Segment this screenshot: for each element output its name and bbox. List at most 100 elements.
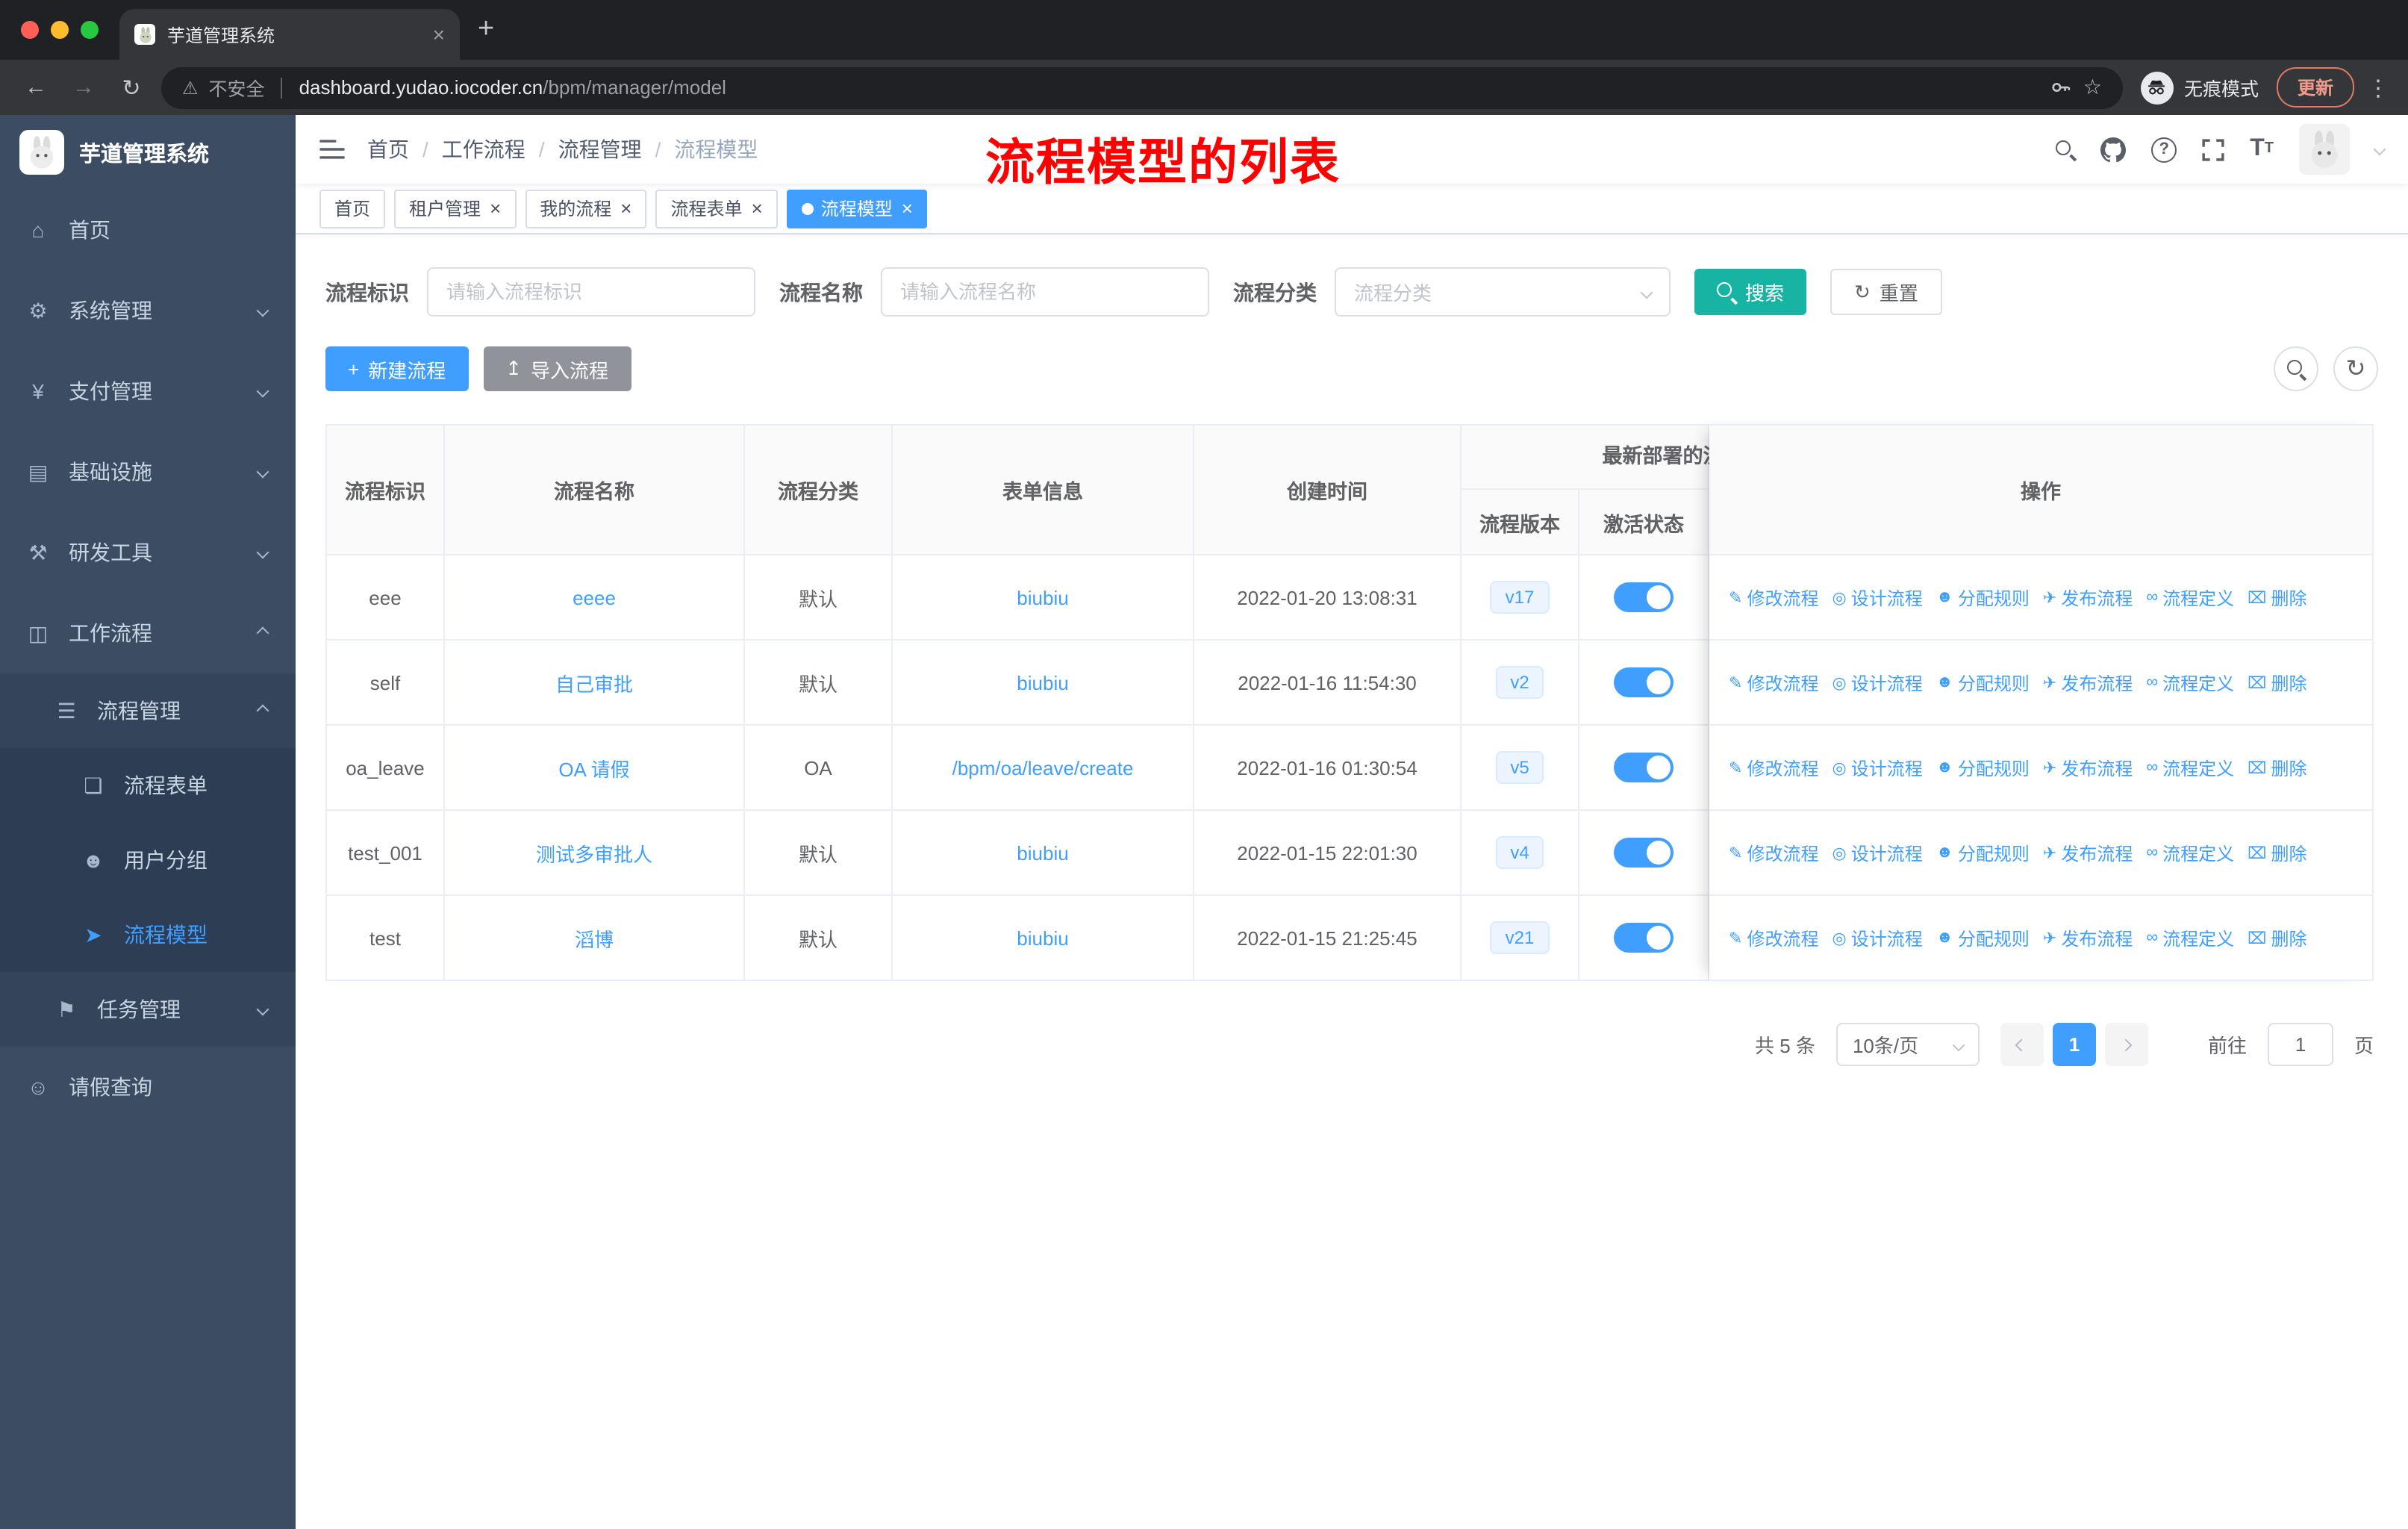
tab-my-process[interactable]: 我的流程 × <box>525 189 647 228</box>
tab-home[interactable]: 首页 <box>319 189 386 228</box>
action-design-link[interactable]: ◎ 设计流程 <box>1832 585 1922 610</box>
new-tab-button[interactable]: + <box>478 13 494 46</box>
search-icon[interactable] <box>2056 140 2075 159</box>
action-modify-link[interactable]: ✎ 修改流程 <box>1729 925 1818 950</box>
action-modify-link[interactable]: ✎ 修改流程 <box>1729 755 1818 780</box>
app-logo[interactable]: 芋道管理系统 <box>0 115 296 190</box>
fullscreen-icon[interactable] <box>2202 138 2224 161</box>
action-delete-link[interactable]: ⌧ 删除 <box>2248 925 2306 950</box>
process-name-link[interactable]: 测试多审批人 <box>536 838 652 867</box>
import-process-button[interactable]: ↥ 导入流程 <box>483 346 631 391</box>
tab-process-model[interactable]: 流程模型 × <box>786 189 928 228</box>
tab-process-form[interactable]: 流程表单 × <box>655 189 778 228</box>
action-delete-link[interactable]: ⌧ 删除 <box>2248 585 2306 610</box>
avatar-caret-icon[interactable] <box>2373 143 2386 156</box>
help-icon[interactable]: ? <box>2151 137 2177 162</box>
update-button[interactable]: 更新 <box>2276 67 2354 108</box>
version-badge[interactable]: v21 <box>1490 921 1550 954</box>
action-design-link[interactable]: ◎ 设计流程 <box>1832 840 1922 865</box>
action-assign-link[interactable]: ☻ 分配规则 <box>1936 755 2030 780</box>
active-status-toggle[interactable] <box>1614 923 1674 953</box>
action-delete-link[interactable]: ⌧ 删除 <box>2248 670 2306 695</box>
page-1-button[interactable]: 1 <box>2052 1023 2096 1066</box>
active-status-toggle[interactable] <box>1614 838 1674 868</box>
sidebar-item-home[interactable]: ⌂ 首页 <box>0 190 296 270</box>
action-design-link[interactable]: ◎ 设计流程 <box>1832 670 1922 695</box>
tag-close-icon[interactable]: × <box>752 197 763 219</box>
window-minimize-button[interactable] <box>51 21 69 39</box>
name-input[interactable] <box>881 267 1209 317</box>
tab-close-icon[interactable]: × <box>433 22 445 46</box>
sidebar-item-payment-mgmt[interactable]: ¥ 支付管理 <box>0 351 296 432</box>
tab-tenant-mgmt[interactable]: 租户管理 × <box>394 189 517 228</box>
action-modify-link[interactable]: ✎ 修改流程 <box>1729 670 1818 695</box>
action-definition-link[interactable]: ∞ 流程定义 <box>2146 755 2234 780</box>
action-definition-link[interactable]: ∞ 流程定义 <box>2146 670 2234 695</box>
action-delete-link[interactable]: ⌧ 删除 <box>2248 755 2306 780</box>
process-name-link[interactable]: OA 请假 <box>558 753 629 782</box>
github-icon[interactable] <box>2100 137 2127 162</box>
page-size-select[interactable]: 10条/页 <box>1835 1023 1980 1066</box>
sidebar-item-system-mgmt[interactable]: ⚙ 系统管理 <box>0 270 296 351</box>
sidebar-item-process-model[interactable]: ➤ 流程模型 <box>0 897 296 972</box>
sidebar-item-devtools[interactable]: ⚒ 研发工具 <box>0 512 296 593</box>
form-info-link[interactable]: biubiu <box>1017 671 1068 694</box>
bookmark-star-icon[interactable]: ☆ <box>2083 75 2102 100</box>
address-bar[interactable]: ⚠ 不安全 dashboard.yudao.iocoder.cn/bpm/man… <box>161 66 2123 108</box>
action-publish-link[interactable]: ✈ 发布流程 <box>2043 755 2133 780</box>
action-assign-link[interactable]: ☻ 分配规则 <box>1936 925 2030 950</box>
action-publish-link[interactable]: ✈ 发布流程 <box>2043 840 2133 865</box>
category-select[interactable]: 流程分类 <box>1335 267 1671 317</box>
action-publish-link[interactable]: ✈ 发布流程 <box>2043 585 2133 610</box>
security-label[interactable]: 不安全 <box>209 73 265 102</box>
sidebar-item-process-mgmt[interactable]: ☰ 流程管理 <box>0 673 296 748</box>
tag-close-icon[interactable]: × <box>902 197 913 219</box>
refresh-button[interactable]: ↻ <box>2333 346 2378 391</box>
action-assign-link[interactable]: ☻ 分配规则 <box>1936 670 2030 695</box>
browser-tab[interactable]: 芋道管理系统 × <box>119 9 460 60</box>
action-modify-link[interactable]: ✎ 修改流程 <box>1729 585 1818 610</box>
forward-button[interactable]: → <box>66 75 102 100</box>
action-definition-link[interactable]: ∞ 流程定义 <box>2146 585 2234 610</box>
form-info-link[interactable]: biubiu <box>1017 586 1068 608</box>
action-modify-link[interactable]: ✎ 修改流程 <box>1729 840 1818 865</box>
sidebar-item-leave-query[interactable]: ☺ 请假查询 <box>0 1047 296 1127</box>
window-close-button[interactable] <box>21 21 39 39</box>
tag-close-icon[interactable]: × <box>620 197 631 219</box>
form-info-link[interactable]: /bpm/oa/leave/create <box>952 756 1134 779</box>
browser-menu-icon[interactable]: ⋮ <box>2366 74 2390 101</box>
form-info-link[interactable]: biubiu <box>1017 927 1068 949</box>
sidebar-item-infrastructure[interactable]: ▤ 基础设施 <box>0 432 296 512</box>
active-status-toggle[interactable] <box>1614 582 1674 612</box>
action-definition-link[interactable]: ∞ 流程定义 <box>2146 840 2234 865</box>
process-name-link[interactable]: 滔博 <box>575 924 614 952</box>
action-assign-link[interactable]: ☻ 分配规则 <box>1936 840 2030 865</box>
sidebar-item-task-mgmt[interactable]: ⚑ 任务管理 <box>0 972 296 1047</box>
version-badge[interactable]: v17 <box>1490 581 1550 614</box>
password-key-icon[interactable] <box>2050 76 2073 99</box>
key-input[interactable] <box>427 267 755 317</box>
prev-page-button[interactable] <box>2000 1023 2044 1066</box>
version-badge[interactable]: v5 <box>1495 751 1544 784</box>
process-name-link[interactable]: eeee <box>573 586 616 608</box>
window-zoom-button[interactable] <box>81 21 99 39</box>
active-status-toggle[interactable] <box>1614 753 1674 782</box>
action-definition-link[interactable]: ∞ 流程定义 <box>2146 925 2234 950</box>
action-design-link[interactable]: ◎ 设计流程 <box>1832 925 1922 950</box>
sidebar-item-user-group[interactable]: ☻ 用户分组 <box>0 823 296 897</box>
search-button[interactable]: 搜索 <box>1694 269 1807 315</box>
reload-button[interactable]: ↻ <box>113 74 149 101</box>
next-page-button[interactable] <box>2104 1023 2148 1066</box>
action-delete-link[interactable]: ⌧ 删除 <box>2248 840 2306 865</box>
reset-button[interactable]: ↻ 重置 <box>1830 269 1942 315</box>
action-publish-link[interactable]: ✈ 发布流程 <box>2043 925 2133 950</box>
form-info-link[interactable]: biubiu <box>1017 841 1068 864</box>
sidebar-item-process-form[interactable]: ❏ 流程表单 <box>0 748 296 823</box>
toggle-search-button[interactable] <box>2274 346 2318 391</box>
process-name-link[interactable]: 自己审批 <box>555 668 633 697</box>
version-badge[interactable]: v4 <box>1495 836 1544 869</box>
sidebar-item-workflow[interactable]: ◫ 工作流程 <box>0 593 296 673</box>
version-badge[interactable]: v2 <box>1495 666 1544 699</box>
action-publish-link[interactable]: ✈ 发布流程 <box>2043 670 2133 695</box>
action-design-link[interactable]: ◎ 设计流程 <box>1832 755 1922 780</box>
